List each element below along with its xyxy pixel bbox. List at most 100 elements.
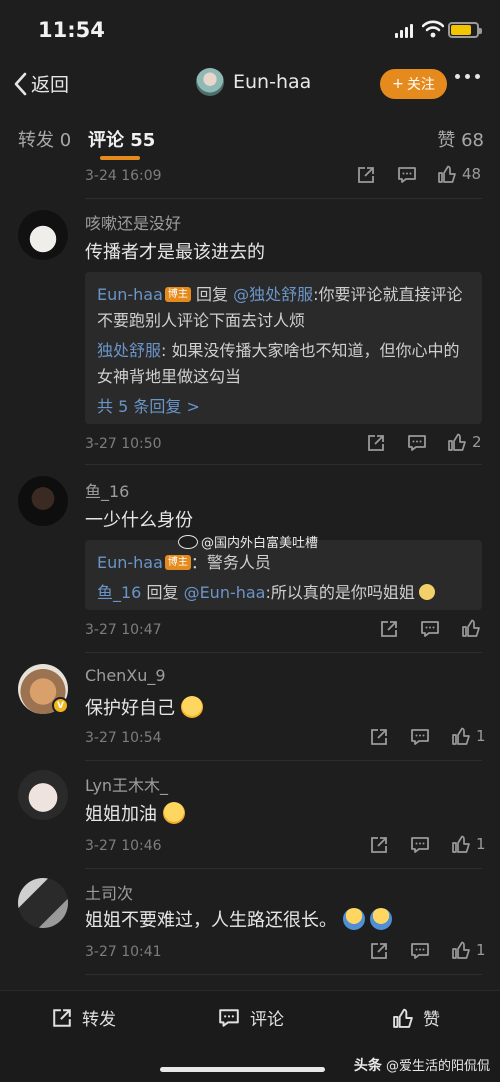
verified-badge-icon: V [52,697,69,714]
like-label: 赞 [423,1010,440,1030]
watermark: @国内外白富美吐槽 [178,532,318,551]
reply-thread[interactable]: Eun-haa 博主 回复 @独处舒服:你要评论就直接评论 不要跑别人评论下面去讨… [85,272,482,424]
active-tab-indicator [100,156,140,160]
comment-author[interactable]: 咳嗽还是没好 [85,210,181,234]
avatar[interactable] [18,210,68,260]
profile-header[interactable]: Eun-haa [196,68,311,96]
divider [85,974,482,975]
reply-button[interactable] [397,166,417,184]
top-nav: 返回 Eun-haa + 关注 [0,62,500,108]
reply-prefix: 回复 [141,583,184,602]
like-count: 1 [476,941,486,959]
hug-emoji-icon [180,696,203,718]
comment-icon [411,729,429,745]
like-button[interactable] [462,619,486,637]
avatar[interactable] [18,878,68,928]
reply-button[interactable] [410,836,430,854]
divider [85,760,482,761]
like-button[interactable]: 1 [452,727,486,745]
reply-item[interactable]: Eun-haa 博主 ：警务人员 [97,550,470,576]
share-button[interactable] [380,620,398,638]
home-indicator[interactable] [160,1067,325,1072]
repost-button[interactable]: 转发 [52,1005,116,1030]
share-button[interactable] [370,836,388,854]
like-button[interactable]: 2 [448,433,482,451]
like-button[interactable]: 48 [438,165,481,183]
reply-button[interactable] [410,942,430,960]
thumbs-up-icon [462,619,480,637]
wifi-icon [422,20,444,38]
share-button[interactable] [367,434,385,452]
thumbs-up-icon [452,835,470,853]
more-replies-link[interactable]: 共 5 条回复 > [97,394,470,420]
avatar[interactable] [18,770,68,820]
comment-author[interactable]: Lyn王木木_ [85,772,168,796]
comment-time: 3-27 10:46 [85,838,162,854]
reply-item[interactable]: Eun-haa 博主 回复 @独处舒服:你要评论就直接评论 不要跑别人评论下面去讨… [97,282,470,334]
back-label: 返回 [31,74,70,96]
like-count: 48 [462,165,482,183]
thumbs-up-icon [448,433,466,451]
share-button[interactable] [370,728,388,746]
avatar[interactable] [196,68,224,96]
share-icon [371,943,387,959]
plus-icon: + [392,76,404,92]
thumbs-up-icon [438,165,456,183]
avatar[interactable] [18,476,68,526]
like-count: 1 [476,727,486,745]
tab-reposts[interactable]: 转发 0 [18,126,71,152]
share-icon [371,837,387,853]
share-button[interactable] [357,166,375,184]
reply-button[interactable] [410,728,430,746]
reply-button[interactable] [407,434,427,452]
mention-link[interactable]: @Eun-haa [184,583,266,602]
reply-item[interactable]: 鱼_16 回复 @Eun-haa:所以真的是你吗姐姐 [97,580,470,606]
comment-time: 3-27 10:47 [85,622,162,638]
back-button[interactable]: 返回 [13,70,69,97]
watermark-account: @爱生活的阳侃侃 [385,1059,490,1074]
comment-author[interactable]: 土司次 [85,880,133,904]
thumbs-up-icon [452,727,470,745]
comment-time: 3-27 10:54 [85,730,162,746]
mention-link[interactable]: @独处舒服 [233,285,313,304]
share-icon [53,1008,71,1027]
cellular-signal-icon [395,24,413,38]
reply-button[interactable] [420,620,440,638]
comment-time: 3-27 10:41 [85,944,162,960]
like-count: 1 [476,835,486,853]
comment-text: 姐姐不要难过，人生路还很长。 [85,906,393,932]
watermark: 头条 @爱生活的阳侃侃 [354,1055,490,1075]
cheer-emoji-icon [162,802,185,824]
reply-author[interactable]: Eun-haa [97,285,163,304]
like-post-button[interactable]: 赞 [393,1005,440,1030]
reply-author[interactable]: 鱼_16 [97,583,141,602]
divider [85,868,482,869]
share-icon [381,621,397,637]
follow-button[interactable]: + 关注 [380,69,447,99]
reply-item[interactable]: 独处舒服: 如果没传播大家啥也不知道，但你心中的女神背地里做这勾当 [97,338,470,390]
follow-label: 关注 [406,77,435,93]
comment-button[interactable]: 评论 [218,1005,284,1030]
comment-time: 3-24 16:09 [85,168,162,184]
share-icon [368,435,384,451]
comment-time: 3-27 10:50 [85,436,162,452]
comment-icon [398,167,416,183]
more-options-icon[interactable] [455,74,480,79]
comment-author[interactable]: 鱼_16 [85,478,129,502]
share-button[interactable] [370,942,388,960]
reply-author[interactable]: Eun-haa [97,553,163,572]
bottom-action-bar: 转发 评论 赞 头条 @爱生活的阳侃侃 [0,990,500,1082]
comment-author[interactable]: ChenXu_9 [85,666,166,685]
like-button[interactable]: 1 [452,835,486,853]
reply-prefix: 回复 [190,285,234,304]
thumbs-up-icon [452,941,470,959]
like-button[interactable]: 1 [452,941,486,959]
tab-comments[interactable]: 评论 55 [88,126,155,152]
reply-author[interactable]: 独处舒服 [97,341,161,360]
status-time: 11:54 [38,18,105,42]
comment-list[interactable]: 3-24 16:09 48 咳嗽还是没好 传播者才是最该进去的 Eun-haa 博… [0,164,500,990]
tab-likes[interactable]: 赞 68 [437,126,484,152]
owner-badge: 博主 [164,555,191,570]
status-bar: 11:54 [0,0,500,60]
comment-text: 一少什么身份 [85,510,193,531]
